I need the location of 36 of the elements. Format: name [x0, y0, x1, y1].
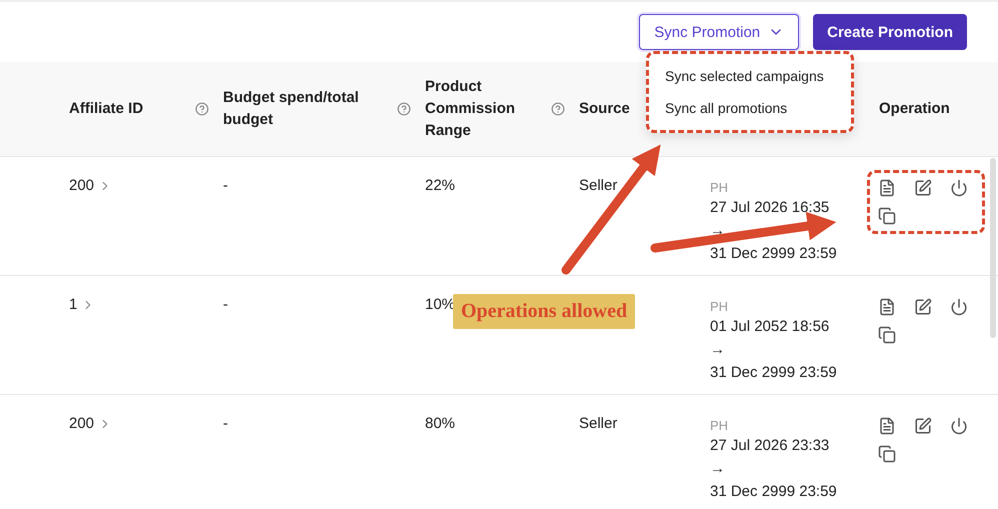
column-header: Product Commission Range — [425, 77, 516, 141]
create-promotion-button[interactable]: Create Promotion — [813, 14, 967, 50]
end-date: 31 Dec 2999 23:59 — [710, 482, 838, 502]
start-date: 27 Jul 2026 23:33 — [710, 436, 830, 456]
region-code: PH — [710, 180, 730, 195]
arrow-text: → — [710, 221, 726, 241]
annotation-label: Operations allowed — [453, 294, 636, 329]
sync-promotion-button[interactable]: Sync Promotion — [639, 14, 800, 50]
scrollbar[interactable] — [990, 158, 996, 338]
table-cell: Seller — [579, 177, 618, 194]
column-header: Operation — [879, 99, 950, 119]
help-icon[interactable] — [195, 102, 209, 116]
table-cell: 1 — [69, 295, 78, 315]
table-cell: 80% — [425, 415, 456, 432]
table-cell: Seller — [579, 415, 618, 432]
region-code: PH — [710, 299, 730, 314]
region-code: PH — [710, 418, 730, 433]
start-date: 27 Jul 2026 16:35 — [710, 198, 830, 218]
arrow-text: → — [710, 459, 726, 479]
table-cell: - — [223, 415, 228, 432]
help-icon[interactable] — [551, 102, 565, 116]
table-cell: 200 — [69, 176, 94, 196]
table-cell: 200 — [69, 414, 94, 434]
column-header: Affiliate ID — [69, 99, 144, 119]
column-header: Source — [579, 99, 630, 119]
table-cell: - — [223, 296, 228, 313]
table-cell: 22% — [425, 177, 456, 194]
start-date: 01 Jul 2052 18:56 — [710, 317, 830, 337]
arrow-text: → — [710, 340, 726, 360]
help-icon[interactable] — [397, 102, 411, 116]
menu-item[interactable]: Sync all promotions — [649, 92, 851, 124]
menu-item[interactable]: Sync selected campaigns — [649, 60, 851, 92]
end-date: 31 Dec 2999 23:59 — [710, 363, 838, 383]
table-cell: - — [223, 177, 228, 194]
column-header: Budget spend/total budget — [223, 88, 360, 130]
end-date: 31 Dec 2999 23:59 — [710, 244, 838, 264]
